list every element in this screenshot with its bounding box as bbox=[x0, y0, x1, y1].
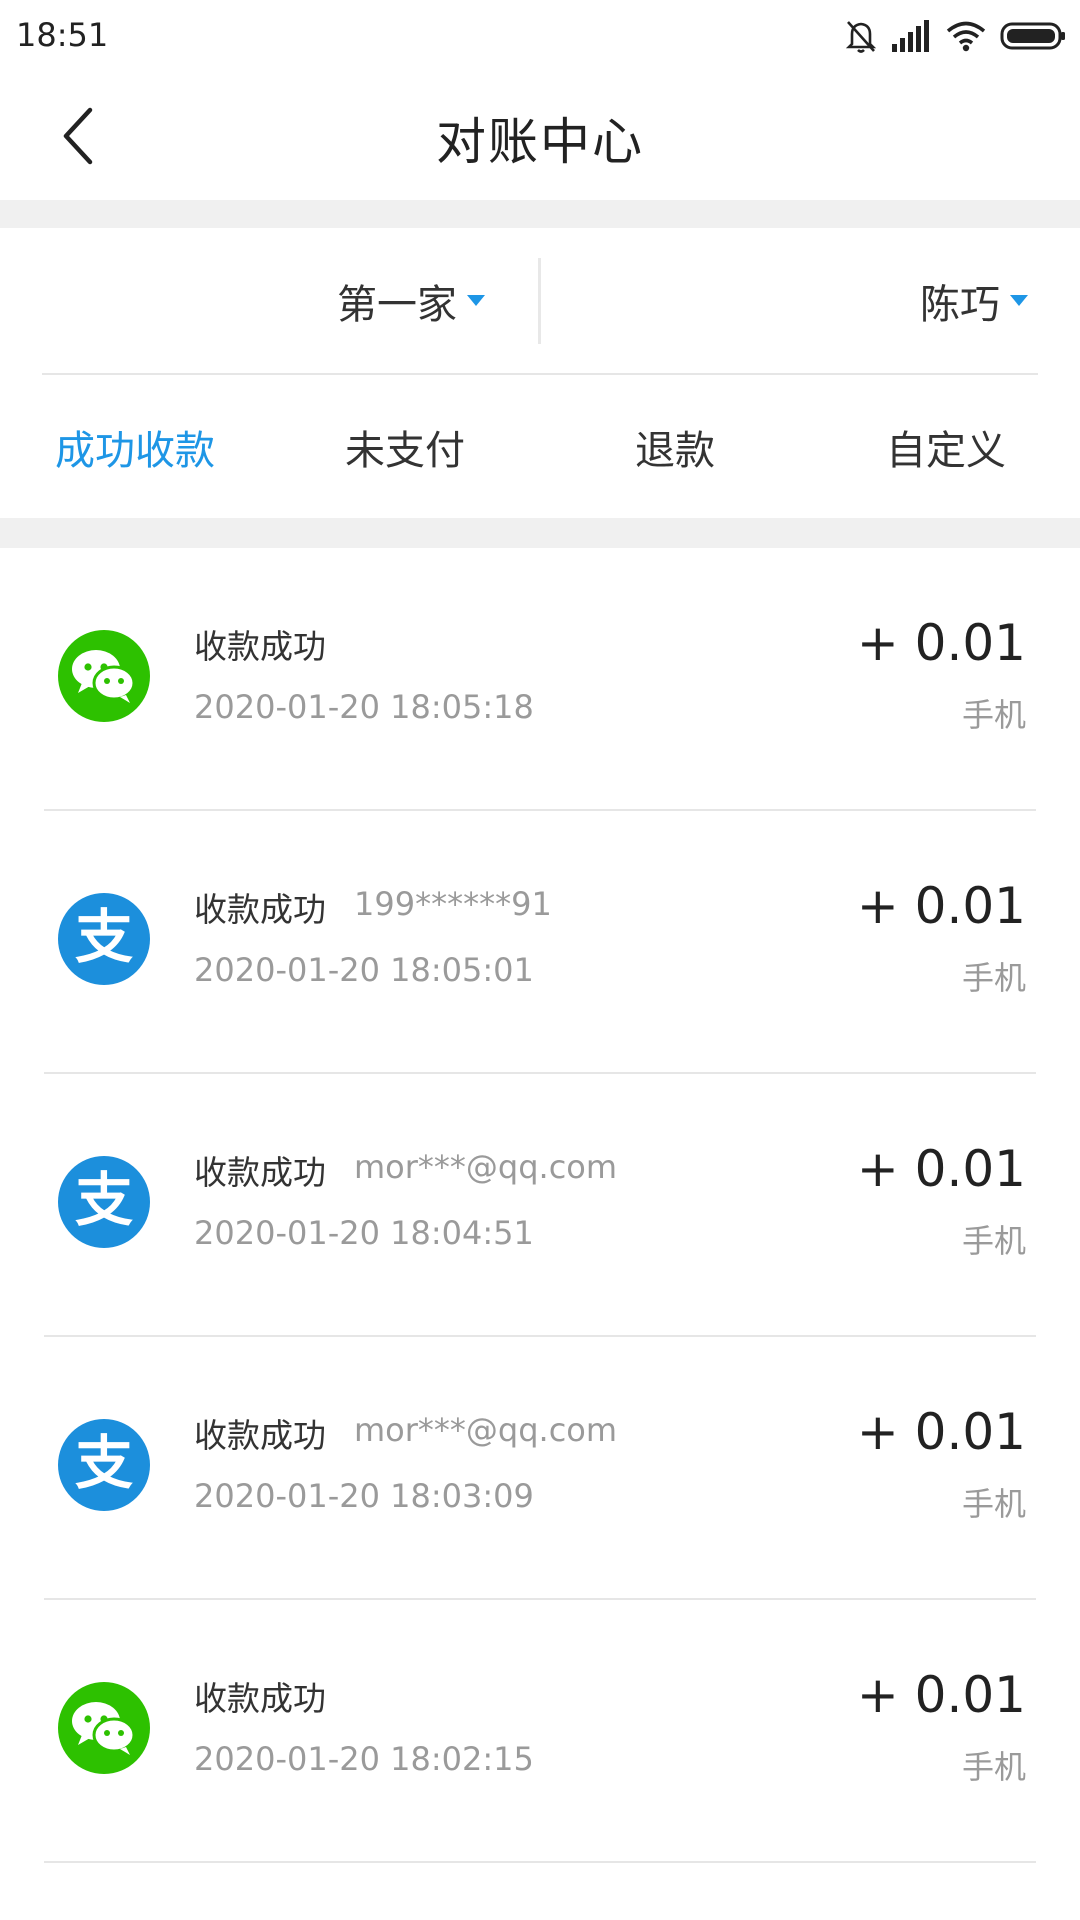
tab-refund[interactable]: 退款 bbox=[635, 375, 715, 518]
staff-filter-label: 陈巧 bbox=[920, 281, 1000, 328]
filter-bar: 第一家 陈巧 bbox=[0, 228, 1080, 373]
wechat-pay-icon bbox=[58, 1682, 150, 1774]
alipay-icon: 支 bbox=[58, 1419, 150, 1511]
transaction-row[interactable]: 收款成功 2020-01-20 18:02:15 + 0.01 手机 bbox=[44, 1600, 1036, 1863]
store-filter[interactable]: 第一家 bbox=[337, 228, 539, 373]
record-source: 手机 bbox=[961, 1222, 1026, 1260]
record-source: 手机 bbox=[961, 959, 1026, 997]
alipay-icon: 支 bbox=[58, 893, 150, 985]
transaction-row[interactable]: 支 收款成功 199******91 2020-01-20 18:05:01 +… bbox=[44, 811, 1036, 1074]
mute-bell-icon bbox=[845, 21, 877, 53]
record-amount: + 0.01 bbox=[856, 614, 1026, 672]
signal-icon bbox=[892, 20, 929, 52]
nav-bar: 对账中心 bbox=[0, 72, 1080, 200]
record-amount: + 0.01 bbox=[856, 1666, 1026, 1724]
alipay-icon: 支 bbox=[58, 1156, 150, 1248]
record-datetime: 2020-01-20 18:02:15 bbox=[194, 1740, 534, 1778]
status-time: 18:51 bbox=[16, 16, 109, 54]
section-gap bbox=[0, 518, 1080, 548]
caret-down-icon bbox=[1010, 295, 1028, 306]
record-status: 收款成功 bbox=[194, 890, 326, 929]
transaction-row[interactable]: 支 收款成功 mor***@qq.com 2020-01-20 18:03:09… bbox=[44, 1337, 1036, 1600]
record-source: 手机 bbox=[961, 696, 1026, 734]
page-title: 对账中心 bbox=[436, 113, 644, 171]
transaction-row[interactable]: 收款成功 2020-01-20 18:05:18 + 0.01 手机 bbox=[44, 548, 1036, 811]
record-amount: + 0.01 bbox=[856, 1140, 1026, 1198]
tab-custom[interactable]: 自定义 bbox=[886, 375, 1006, 518]
record-datetime: 2020-01-20 18:05:18 bbox=[194, 688, 534, 726]
filter-divider bbox=[538, 258, 541, 344]
status-icons bbox=[844, 14, 1066, 58]
record-account: 199******91 bbox=[354, 885, 552, 923]
record-account: mor***@qq.com bbox=[354, 1148, 618, 1186]
wifi-icon bbox=[946, 21, 986, 52]
transaction-list: 收款成功 2020-01-20 18:05:18 + 0.01 手机 支 收款成… bbox=[0, 548, 1080, 1863]
battery-icon bbox=[1000, 22, 1065, 50]
record-status: 收款成功 bbox=[194, 1153, 326, 1192]
record-account: mor***@qq.com bbox=[354, 1411, 618, 1449]
transaction-row[interactable]: 支 收款成功 mor***@qq.com 2020-01-20 18:04:51… bbox=[44, 1074, 1036, 1337]
caret-down-icon bbox=[467, 295, 485, 306]
status-tabs: 成功收款 未支付 退款 自定义 bbox=[0, 375, 1080, 518]
record-source: 手机 bbox=[961, 1485, 1026, 1523]
record-datetime: 2020-01-20 18:04:51 bbox=[194, 1214, 534, 1252]
record-status: 收款成功 bbox=[194, 627, 326, 666]
record-source: 手机 bbox=[961, 1748, 1026, 1786]
tab-success[interactable]: 成功收款 bbox=[55, 375, 215, 518]
record-status: 收款成功 bbox=[194, 1416, 326, 1455]
section-gap bbox=[0, 200, 1080, 228]
record-status: 收款成功 bbox=[194, 1679, 326, 1718]
record-amount: + 0.01 bbox=[856, 877, 1026, 935]
store-filter-label: 第一家 bbox=[337, 281, 457, 328]
record-datetime: 2020-01-20 18:05:01 bbox=[194, 951, 534, 989]
wechat-pay-icon bbox=[58, 630, 150, 722]
record-datetime: 2020-01-20 18:03:09 bbox=[194, 1477, 534, 1515]
staff-filter[interactable]: 陈巧 bbox=[920, 228, 1028, 373]
status-bar: 18:51 bbox=[0, 0, 1080, 72]
record-amount: + 0.01 bbox=[856, 1403, 1026, 1461]
tab-unpaid[interactable]: 未支付 bbox=[345, 375, 465, 518]
